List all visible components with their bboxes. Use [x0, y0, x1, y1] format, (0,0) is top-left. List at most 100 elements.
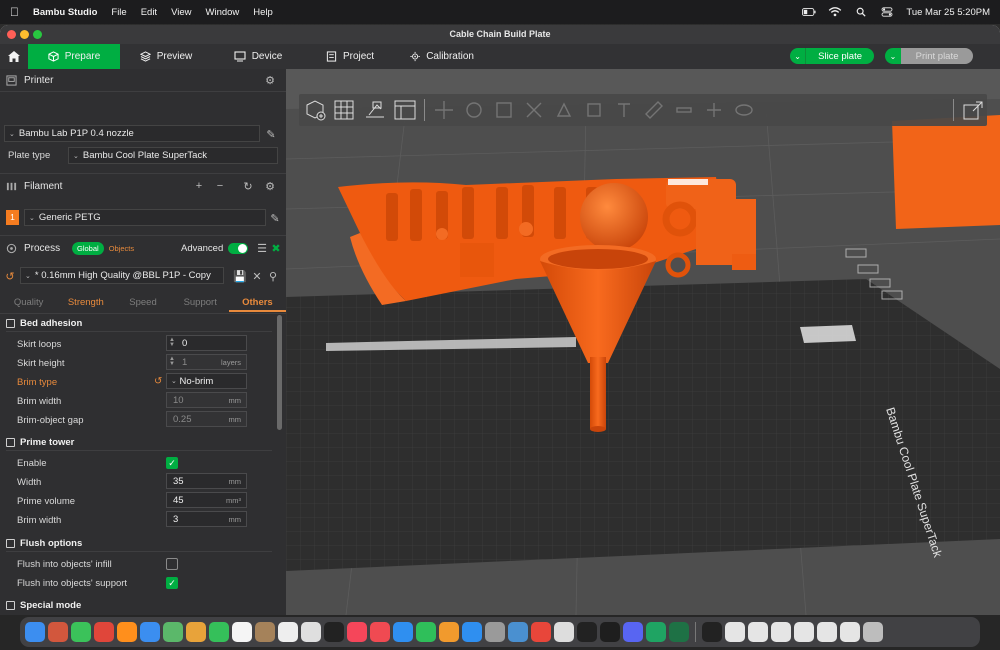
subtab-speed[interactable]: Speed [114, 294, 171, 312]
messages-app-icon[interactable] [71, 622, 91, 642]
printer-select[interactable]: ⌄ Bambu Lab P1P 0.4 nozzle [4, 125, 260, 142]
objects-scope-option[interactable]: Objects [104, 244, 139, 253]
split-button[interactable] [700, 96, 728, 124]
compare-presets-button[interactable]: ☰ [255, 241, 269, 255]
skirt-loops-input[interactable]: ▲ ▼ 0 [166, 335, 247, 351]
pages-app-icon[interactable] [439, 622, 459, 642]
process-tools-button[interactable]: ✖ [269, 241, 283, 255]
wifi-icon[interactable] [828, 7, 842, 17]
menu-view[interactable]: View [171, 7, 191, 18]
sync-filament-button[interactable]: ↻ [241, 179, 255, 193]
preview-app-icon[interactable] [508, 622, 528, 642]
reset-preset-button[interactable]: ↺ [3, 269, 17, 283]
process-preset-select[interactable]: ⌄ * 0.16mm High Quality @BBL P1P - Copy [20, 267, 224, 284]
minimize-window-button[interactable] [20, 30, 29, 39]
subtab-support[interactable]: Support [172, 294, 229, 312]
excel-app-icon[interactable] [669, 622, 689, 642]
clock[interactable]: Tue Mar 25 5:20PM [906, 7, 990, 18]
measure-button[interactable] [640, 96, 668, 124]
numbers-app-icon[interactable] [416, 622, 436, 642]
cut-button[interactable] [520, 96, 548, 124]
tab-project[interactable]: Project [304, 44, 396, 69]
arrange-button[interactable] [331, 96, 359, 124]
prime-width-input[interactable]: 35 mm [166, 473, 247, 489]
add-filament-button[interactable]: + [192, 179, 206, 193]
menu-window[interactable]: Window [206, 7, 240, 18]
apple-menu-icon[interactable]:  [10, 5, 19, 19]
sheets-app-icon[interactable] [646, 622, 666, 642]
tab-calibration[interactable]: Calibration [396, 44, 488, 69]
tab-prepare[interactable]: Prepare [28, 44, 120, 69]
spotlight-icon[interactable] [854, 7, 868, 17]
recent-window-7[interactable] [840, 622, 860, 642]
process-scope-switch[interactable]: Global Objects [72, 242, 139, 255]
prime-volume-input[interactable]: 45 mm³ [166, 492, 247, 508]
recent-window-2[interactable] [725, 622, 745, 642]
maps-app-icon[interactable] [163, 622, 183, 642]
tv-app-icon[interactable] [324, 622, 344, 642]
freeform-app-icon[interactable] [301, 622, 321, 642]
firefox-app-icon[interactable] [117, 622, 137, 642]
app-menu[interactable]: Bambu Studio [33, 7, 97, 18]
chrome2-app-icon[interactable] [531, 622, 551, 642]
printer-settings-button[interactable]: ⚙ [263, 73, 277, 87]
home-button[interactable] [0, 44, 28, 69]
move-button[interactable] [430, 96, 458, 124]
assembly-button[interactable] [670, 96, 698, 124]
settings-app-icon[interactable] [485, 622, 505, 642]
text-button[interactable] [610, 96, 638, 124]
recent-window-6[interactable] [817, 622, 837, 642]
tab-preview[interactable]: Preview [120, 44, 212, 69]
print-plate-button[interactable]: Print plate [901, 48, 973, 64]
filament-edit-button[interactable]: ✎ [268, 211, 282, 225]
news-app-icon[interactable] [370, 622, 390, 642]
global-scope-option[interactable]: Global [72, 242, 104, 255]
view-button[interactable] [730, 96, 758, 124]
delete-preset-button[interactable]: ✕ [250, 269, 264, 283]
3d-scene[interactable]: Bambu Cool Plate SuperTack [286, 69, 1000, 615]
appstore-app-icon[interactable] [462, 622, 482, 642]
recent-window-4[interactable] [771, 622, 791, 642]
flush-support-checkbox[interactable]: ✓ [166, 577, 178, 589]
battery-icon[interactable] [802, 7, 816, 17]
spinner-icon[interactable]: ▲ ▼ [169, 337, 175, 348]
3d-viewport[interactable]: Bambu Cool Plate SuperTack [286, 69, 1000, 615]
zoom-window-button[interactable] [33, 30, 42, 39]
plate-layout-button[interactable] [391, 96, 419, 124]
recent-window-3[interactable] [748, 622, 768, 642]
slice-dropdown-button[interactable]: ⌄ [790, 48, 807, 64]
search-settings-button[interactable]: ⚲ [266, 269, 280, 283]
support-paint-button[interactable] [550, 96, 578, 124]
launchpad-app-icon[interactable] [48, 622, 68, 642]
settings-scrollbar[interactable] [277, 315, 282, 430]
close-window-button[interactable] [7, 30, 16, 39]
filament-settings-button[interactable]: ⚙ [263, 179, 277, 193]
flush-infill-checkbox[interactable] [166, 558, 178, 570]
menu-help[interactable]: Help [253, 7, 273, 18]
menu-edit[interactable]: Edit [141, 7, 157, 18]
add-object-button[interactable] [301, 96, 329, 124]
filament-slot-badge[interactable]: 1 [6, 210, 19, 225]
remove-filament-button[interactable]: − [213, 179, 227, 193]
seam-button[interactable] [580, 96, 608, 124]
music-app-icon[interactable] [347, 622, 367, 642]
save-preset-button[interactable]: 💾 [233, 269, 247, 283]
brim-gap-input[interactable]: 0.25 mm [166, 411, 247, 427]
subtab-strength[interactable]: Strength [57, 294, 114, 312]
terminal-app-icon[interactable] [600, 622, 620, 642]
subtab-others[interactable]: Others [228, 294, 286, 312]
recent-window-5[interactable] [794, 622, 814, 642]
brim-type-select[interactable]: ⌄ No-brim [166, 373, 247, 389]
keynote-app-icon[interactable] [393, 622, 413, 642]
trash-app-icon[interactable] [863, 622, 883, 642]
sphere-model[interactable] [580, 183, 648, 251]
control-center-icon[interactable] [880, 7, 894, 17]
filament-select[interactable]: ⌄ Generic PETG [24, 209, 266, 226]
prime-enable-checkbox[interactable]: ✓ [166, 457, 178, 469]
advanced-toggle[interactable] [228, 243, 248, 254]
slice-plate-button[interactable]: Slice plate [806, 48, 874, 64]
scale-button[interactable] [490, 96, 518, 124]
facetime-app-icon[interactable] [209, 622, 229, 642]
calendar-app-icon[interactable] [232, 622, 252, 642]
subtab-quality[interactable]: Quality [0, 294, 57, 312]
